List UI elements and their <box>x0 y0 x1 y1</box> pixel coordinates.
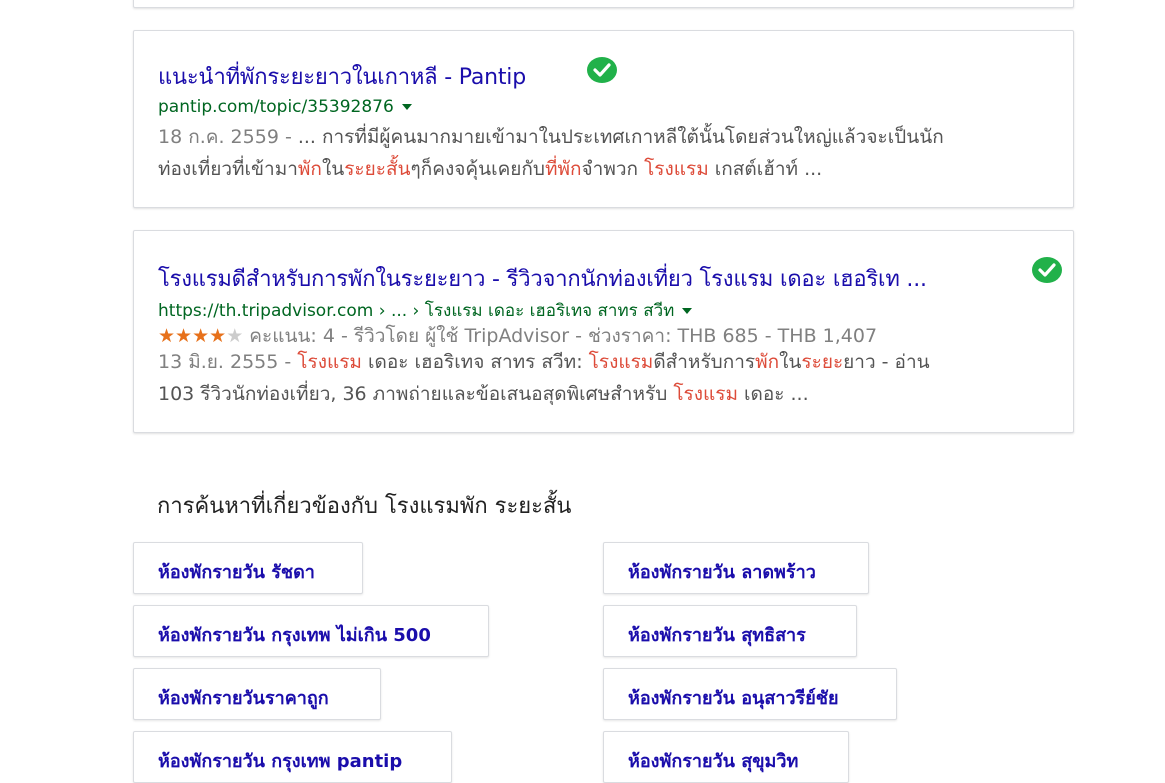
highlighted-term: โรงแรม <box>588 351 654 373</box>
check-badge-icon <box>587 57 617 83</box>
dropdown-arrow-icon[interactable] <box>401 104 412 110</box>
rating-text: คะแนน: 4 - รีวิวโดย ผู้ใช้ TripAdvisor -… <box>249 325 878 347</box>
snippet-line: 103 รีวิวนักท่องเที่ยว, 36 ภาพถ่ายและข้อ… <box>158 378 1038 410</box>
related-search-chip[interactable]: ห้องพักรายวัน สุขุมวิท <box>603 731 849 783</box>
related-searches-heading: การค้นหาที่เกี่ยวข้องกับ โรงแรมพัก ระยะส… <box>157 494 572 519</box>
star-icon: ★ <box>192 325 210 347</box>
snippet-text: ดีสำหรับการ <box>653 351 756 373</box>
related-search-chip[interactable]: ห้องพักรายวันราคาถูก <box>133 668 381 720</box>
snippet-line: ท่องเที่ยวที่เข้ามาพักในระยะสั้นๆก็คงจคุ… <box>158 153 1038 185</box>
snippet-text: ๆก็คงจคุ้นเคยกับ <box>410 158 545 180</box>
snippet-text: 13 มิ.ย. 2555 - <box>158 351 298 373</box>
related-search-chip[interactable]: ห้องพักรายวัน ลาดพร้าว <box>603 542 869 594</box>
star-icon: ★ <box>209 325 227 347</box>
snippet-text: เดอะ ... <box>737 383 809 405</box>
result-url: https://th.tripadvisor.com › ... › โรงแร… <box>158 297 693 324</box>
snippet-text: ... การที่มีผู้คนมากมายเข้ามาในประเทศเกา… <box>297 126 944 148</box>
related-search-chip[interactable]: ห้องพักรายวัน รัชดา <box>133 542 363 594</box>
highlighted-term: โรงแรม <box>673 383 738 405</box>
result-title-link[interactable]: โรงแรมดีสำหรับการพักในระยะยาว - รีวิวจาก… <box>158 261 927 296</box>
result-snippet: 18 ก.ค. 2559 - ... การที่มีผู้คนมากมายเข… <box>158 121 1038 185</box>
previous-result-card <box>133 0 1074 8</box>
search-result-card-2: โรงแรมดีสำหรับการพักในระยะยาว - รีวิวจาก… <box>133 230 1074 433</box>
result-url-text: pantip.com/topic/35392876 <box>158 97 394 117</box>
highlighted-term: ที่พัก <box>544 158 582 180</box>
check-badge-icon <box>1032 257 1062 283</box>
snippet-text: ใน <box>321 158 345 180</box>
result-url: pantip.com/topic/35392876 <box>158 97 412 117</box>
result-title-link[interactable]: แนะนำที่พักระยะยาวในเกาหลี - Pantip <box>158 59 526 94</box>
related-search-chip[interactable]: ห้องพักรายวัน อนุสาวรีย์ชัย <box>603 668 897 720</box>
snippet-text: ใน <box>779 351 802 373</box>
snippet-line: 18 ก.ค. 2559 - ... การที่มีผู้คนมากมายเข… <box>158 121 1038 153</box>
result-snippet: 13 มิ.ย. 2555 - โรงแรม เดอะ เฮอริเทจ สาท… <box>158 346 1038 410</box>
star-icon: ★ <box>226 325 244 347</box>
related-search-chip[interactable]: ห้องพักรายวัน สุทธิสาร <box>603 605 857 657</box>
highlighted-term: พัก <box>297 158 322 180</box>
snippet-text: 103 รีวิวนักท่องเที่ยว, 36 ภาพถ่ายและข้อ… <box>158 383 674 405</box>
related-search-label: ห้องพักรายวัน สุทธิสาร <box>628 625 806 646</box>
star-icon: ★ <box>158 325 176 347</box>
dropdown-arrow-icon[interactable] <box>682 308 693 314</box>
related-search-chip[interactable]: ห้องพักรายวัน กรุงเทพ pantip <box>133 731 452 783</box>
related-search-label: ห้องพักรายวัน รัชดา <box>158 562 315 583</box>
star-icon: ★ <box>175 325 193 347</box>
search-result-card-1: แนะนำที่พักระยะยาวในเกาหลี - Pantip pant… <box>133 30 1074 208</box>
highlighted-term: โรงแรม <box>297 351 362 373</box>
snippet-line: 13 มิ.ย. 2555 - โรงแรม เดอะ เฮอริเทจ สาท… <box>158 346 1038 378</box>
highlighted-term: โรงแรม <box>644 158 709 180</box>
highlighted-term: ระยะ <box>801 351 844 373</box>
star-rating: ★★★★★ <box>158 325 243 347</box>
snippet-text: ยาว - อ่าน <box>843 351 930 373</box>
snippet-text: จำพวก <box>581 158 645 180</box>
snippet-text: เดอะ เฮอริเทจ สาทร สวีท: <box>361 351 589 373</box>
related-search-chip[interactable]: ห้องพักรายวัน กรุงเทพ ไม่เกิน 500 <box>133 605 489 657</box>
related-search-label: ห้องพักรายวัน กรุงเทพ ไม่เกิน 500 <box>158 625 431 646</box>
result-url-text: https://th.tripadvisor.com › ... › โรงแร… <box>158 301 675 321</box>
snippet-text: ท่องเที่ยวที่เข้ามา <box>158 158 298 180</box>
highlighted-term: พัก <box>755 351 780 373</box>
snippet-text: เกสต์เฮ้าท์ ... <box>708 158 823 180</box>
highlighted-term: ระยะสั้น <box>344 158 411 180</box>
related-search-label: ห้องพักรายวัน ลาดพร้าว <box>628 562 816 583</box>
snippet-text: 18 ก.ค. 2559 - <box>158 126 298 148</box>
related-search-label: ห้องพักรายวัน อนุสาวรีย์ชัย <box>628 688 839 709</box>
related-search-label: ห้องพักรายวันราคาถูก <box>158 688 329 709</box>
